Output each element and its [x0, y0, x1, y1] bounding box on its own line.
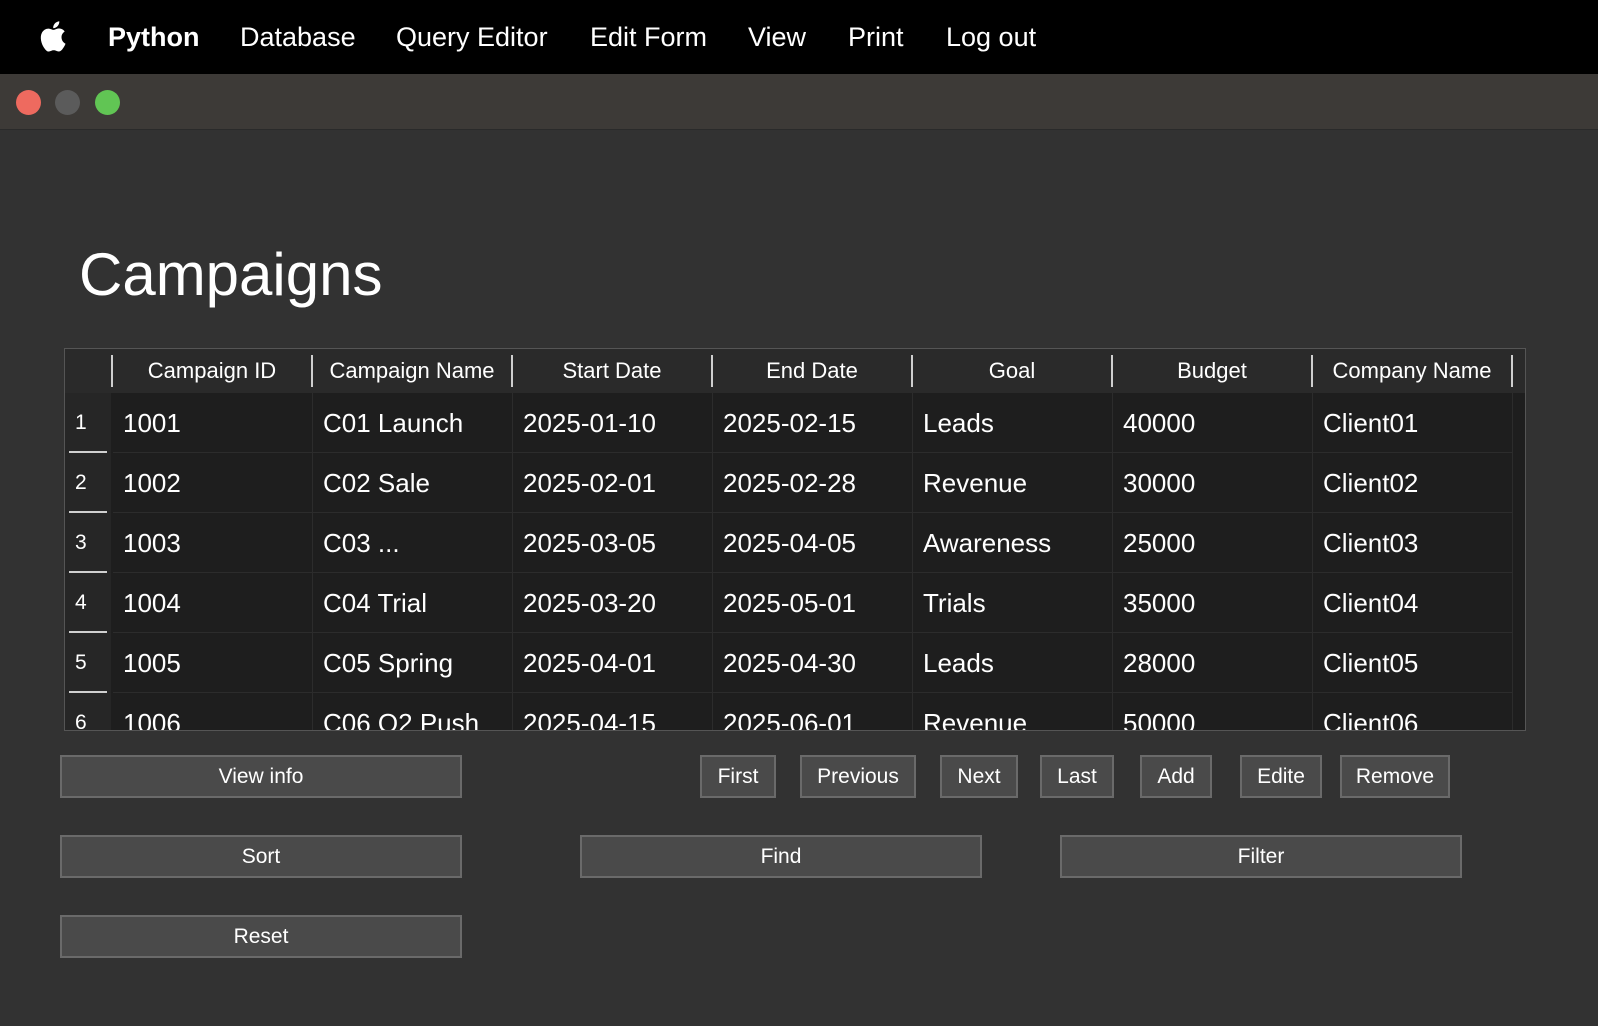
table-header: Campaign ID Campaign Name Start Date End…	[65, 349, 1525, 393]
column-header-goal[interactable]: Goal	[913, 349, 1111, 393]
cell-budget[interactable]: 40000	[1113, 393, 1313, 453]
row-number[interactable]: 6	[65, 693, 111, 730]
row-number[interactable]: 1	[65, 393, 111, 453]
close-window-button[interactable]	[16, 90, 41, 115]
cell-goal[interactable]: Leads	[913, 633, 1113, 693]
table-row[interactable]: 5 1005 C05 Spring 2025-04-01 2025-04-30 …	[65, 633, 1525, 693]
remove-button[interactable]: Remove	[1340, 755, 1450, 798]
cell-end-date[interactable]: 2025-04-05	[713, 513, 913, 573]
cell-company-name[interactable]: Client04	[1313, 573, 1513, 633]
cell-company-name[interactable]: Client02	[1313, 453, 1513, 513]
cell-campaign-id[interactable]: 1002	[113, 453, 313, 513]
column-header-campaign-id[interactable]: Campaign ID	[113, 349, 311, 393]
cell-company-name[interactable]: Client01	[1313, 393, 1513, 453]
menu-item-log-out[interactable]: Log out	[946, 0, 1036, 74]
menu-item-print[interactable]: Print	[848, 0, 904, 74]
window-titlebar	[0, 74, 1598, 130]
column-header-company-name[interactable]: Company Name	[1313, 349, 1511, 393]
row-number[interactable]: 3	[65, 513, 111, 573]
column-header-budget[interactable]: Budget	[1113, 349, 1311, 393]
row-number[interactable]: 5	[65, 633, 111, 693]
cell-goal[interactable]: Leads	[913, 393, 1113, 453]
first-button[interactable]: First	[700, 755, 776, 798]
cell-company-name[interactable]: Client06	[1313, 693, 1513, 730]
cell-start-date[interactable]: 2025-03-20	[513, 573, 713, 633]
cell-goal[interactable]: Revenue	[913, 693, 1113, 730]
menu-bar: Python Database Query Editor Edit Form V…	[0, 0, 1598, 74]
cell-end-date[interactable]: 2025-06-01	[713, 693, 913, 730]
column-header-end-date[interactable]: End Date	[713, 349, 911, 393]
cell-campaign-name[interactable]: C02 Sale	[313, 453, 513, 513]
cell-goal[interactable]: Awareness	[913, 513, 1113, 573]
page-title: Campaigns	[79, 241, 383, 308]
cell-start-date[interactable]: 2025-04-01	[513, 633, 713, 693]
next-button[interactable]: Next	[940, 755, 1018, 798]
filter-button[interactable]: Filter	[1060, 835, 1462, 878]
reset-button[interactable]: Reset	[60, 915, 462, 958]
table-row[interactable]: 4 1004 C04 Trial 2025-03-20 2025-05-01 T…	[65, 573, 1525, 633]
cell-start-date[interactable]: 2025-01-10	[513, 393, 713, 453]
cell-campaign-name[interactable]: C04 Trial	[313, 573, 513, 633]
row-number[interactable]: 4	[65, 573, 111, 633]
sort-button[interactable]: Sort	[60, 835, 462, 878]
cell-company-name[interactable]: Client03	[1313, 513, 1513, 573]
cell-campaign-id[interactable]: 1004	[113, 573, 313, 633]
menu-app-name[interactable]: Python	[108, 0, 200, 74]
cell-goal[interactable]: Revenue	[913, 453, 1113, 513]
cell-campaign-name[interactable]: C06 Q2 Push	[313, 693, 513, 730]
cell-campaign-id[interactable]: 1001	[113, 393, 313, 453]
table-row[interactable]: 2 1002 C02 Sale 2025-02-01 2025-02-28 Re…	[65, 453, 1525, 513]
menu-item-database[interactable]: Database	[240, 0, 356, 74]
cell-company-name[interactable]: Client05	[1313, 633, 1513, 693]
cell-campaign-id[interactable]: 1005	[113, 633, 313, 693]
minimize-window-button[interactable]	[55, 90, 80, 115]
header-separator	[1511, 355, 1513, 387]
menu-item-edit-form[interactable]: Edit Form	[590, 0, 707, 74]
cell-budget[interactable]: 30000	[1113, 453, 1313, 513]
cell-campaign-id[interactable]: 1003	[113, 513, 313, 573]
cell-campaign-name[interactable]: C05 Spring	[313, 633, 513, 693]
menu-item-view[interactable]: View	[748, 0, 806, 74]
last-button[interactable]: Last	[1040, 755, 1114, 798]
cell-campaign-name[interactable]: C01 Launch	[313, 393, 513, 453]
cell-end-date[interactable]: 2025-02-28	[713, 453, 913, 513]
cell-budget[interactable]: 25000	[1113, 513, 1313, 573]
cell-goal[interactable]: Trials	[913, 573, 1113, 633]
menu-item-query-editor[interactable]: Query Editor	[396, 0, 548, 74]
view-info-button[interactable]: View info	[60, 755, 462, 798]
cell-budget[interactable]: 50000	[1113, 693, 1313, 730]
cell-campaign-id[interactable]: 1006	[113, 693, 313, 730]
column-header-start-date[interactable]: Start Date	[513, 349, 711, 393]
zoom-window-button[interactable]	[95, 90, 120, 115]
cell-start-date[interactable]: 2025-02-01	[513, 453, 713, 513]
cell-end-date[interactable]: 2025-02-15	[713, 393, 913, 453]
find-button[interactable]: Find	[580, 835, 982, 878]
cell-campaign-name[interactable]: C03 ...	[313, 513, 513, 573]
column-header-campaign-name[interactable]: Campaign Name	[313, 349, 511, 393]
previous-button[interactable]: Previous	[800, 755, 916, 798]
cell-budget[interactable]: 35000	[1113, 573, 1313, 633]
cell-budget[interactable]: 28000	[1113, 633, 1313, 693]
row-number[interactable]: 2	[65, 453, 111, 513]
cell-start-date[interactable]: 2025-03-05	[513, 513, 713, 573]
table-row[interactable]: 3 1003 C03 ... 2025-03-05 2025-04-05 Awa…	[65, 513, 1525, 573]
table-row[interactable]: 6 1006 C06 Q2 Push 2025-04-15 2025-06-01…	[65, 693, 1525, 730]
add-button[interactable]: Add	[1140, 755, 1212, 798]
table-row[interactable]: 1 1001 C01 Launch 2025-01-10 2025-02-15 …	[65, 393, 1525, 453]
edite-button[interactable]: Edite	[1240, 755, 1322, 798]
cell-end-date[interactable]: 2025-05-01	[713, 573, 913, 633]
cell-end-date[interactable]: 2025-04-30	[713, 633, 913, 693]
cell-start-date[interactable]: 2025-04-15	[513, 693, 713, 730]
apple-icon[interactable]	[38, 18, 72, 54]
campaigns-table[interactable]: Campaign ID Campaign Name Start Date End…	[64, 348, 1526, 731]
